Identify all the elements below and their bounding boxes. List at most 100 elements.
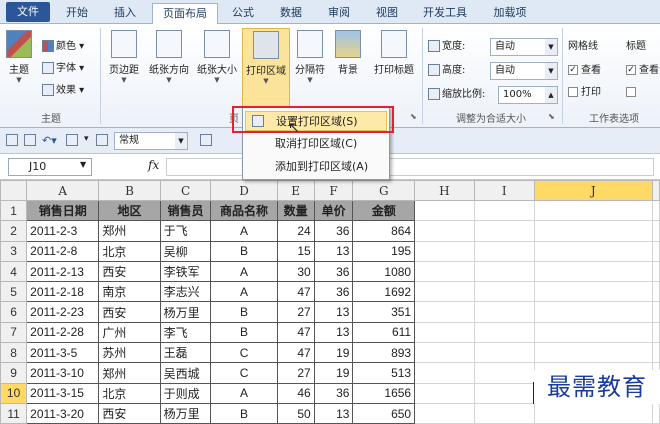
cell[interactable] [473, 281, 535, 303]
cell[interactable]: 销售员 [159, 199, 212, 222]
cell[interactable]: 13 [313, 402, 354, 424]
cell[interactable] [414, 240, 475, 262]
cell[interactable]: C [210, 362, 278, 384]
column-header[interactable]: I [473, 180, 535, 201]
cell[interactable]: B [210, 321, 278, 344]
cell[interactable]: 2011-3-20 [26, 402, 100, 424]
cell[interactable]: 2011-3-10 [26, 362, 100, 384]
cell[interactable]: 苏州 [98, 342, 161, 364]
cell[interactable] [414, 260, 475, 283]
cell[interactable]: 36 [313, 382, 354, 404]
format-icon[interactable] [96, 134, 108, 146]
toolbar-icon[interactable] [200, 134, 212, 146]
cell[interactable]: 吴西城 [159, 362, 212, 384]
cell[interactable]: A [210, 281, 278, 303]
cell[interactable] [651, 240, 660, 262]
cell[interactable]: 13 [313, 240, 354, 262]
cell[interactable] [533, 260, 653, 283]
cell[interactable]: 27 [276, 362, 315, 384]
cell[interactable]: 于则成 [159, 382, 212, 404]
cell[interactable]: 19 [313, 342, 354, 364]
cell[interactable] [533, 281, 653, 303]
cell[interactable]: 30 [276, 260, 315, 283]
cell[interactable]: 广州 [98, 321, 161, 344]
tab-review[interactable]: 审阅 [318, 3, 360, 24]
row-header[interactable]: 6 [0, 301, 28, 323]
cell[interactable]: 2011-2-28 [26, 321, 100, 344]
cell[interactable]: 南京 [98, 281, 161, 303]
tab-developer[interactable]: 开发工具 [414, 3, 476, 24]
cell[interactable]: A [210, 220, 278, 242]
cell[interactable]: 西安 [98, 402, 161, 424]
cell[interactable] [473, 362, 535, 384]
style-select[interactable]: 常规 ▼ [114, 132, 188, 150]
cell[interactable]: 36 [313, 220, 354, 242]
tab-home[interactable]: 开始 [56, 3, 98, 24]
cell[interactable]: 1692 [352, 281, 416, 303]
cell[interactable] [473, 301, 535, 323]
theme-colors-button[interactable]: 颜色 ▾ [42, 38, 84, 56]
row-header[interactable]: 3 [0, 240, 28, 262]
cell[interactable]: 吴柳 [159, 240, 212, 262]
cell[interactable] [414, 382, 475, 404]
cell[interactable]: 李志兴 [159, 281, 212, 303]
cell[interactable] [414, 199, 475, 222]
gridlines-print-checkbox[interactable]: 打印 [568, 84, 601, 102]
headings-view-checkbox[interactable]: ✓ 查看 [626, 62, 659, 80]
cell[interactable]: 王磊 [159, 342, 212, 364]
column-header[interactable]: J [533, 180, 653, 201]
row-header[interactable]: 10 [0, 382, 28, 404]
dialog-launcher-icon[interactable]: ⬊ [410, 108, 417, 126]
cell[interactable]: B [210, 402, 278, 424]
cell[interactable] [473, 260, 535, 283]
row-header[interactable]: 7 [0, 321, 28, 344]
cell[interactable]: C [210, 342, 278, 364]
cell[interactable]: 杨万里 [159, 402, 212, 424]
cell[interactable]: 西安 [98, 301, 161, 323]
fx-icon[interactable]: fx [148, 158, 159, 172]
cell[interactable]: 19 [313, 362, 354, 384]
column-header[interactable]: H [414, 180, 475, 201]
cell[interactable] [473, 402, 535, 424]
cell[interactable] [651, 402, 660, 424]
breaks-button[interactable]: 分隔符 ▼ [292, 28, 328, 108]
cell[interactable]: 46 [276, 382, 315, 404]
cell[interactable] [414, 281, 475, 303]
cell[interactable]: B [210, 240, 278, 262]
cell[interactable]: 金额 [352, 199, 416, 222]
cell[interactable]: 西安 [98, 260, 161, 283]
new-icon[interactable] [66, 134, 78, 146]
column-header[interactable]: F [313, 180, 354, 201]
cell[interactable] [533, 240, 653, 262]
gridlines-view-checkbox[interactable]: ✓ 查看 [568, 62, 601, 80]
cell[interactable] [473, 240, 535, 262]
save-icon[interactable] [24, 134, 36, 146]
cell[interactable]: 13 [313, 321, 354, 344]
cell[interactable]: 27 [276, 301, 315, 323]
cell[interactable]: 于飞 [159, 220, 212, 242]
cell[interactable]: 地区 [98, 199, 161, 222]
cell[interactable]: B [210, 301, 278, 323]
row-header[interactable]: 2 [0, 220, 28, 242]
cell[interactable] [414, 301, 475, 323]
column-header[interactable]: E [276, 180, 315, 201]
cell[interactable]: 2011-2-3 [26, 220, 100, 242]
cell[interactable]: 36 [313, 260, 354, 283]
cell[interactable]: 47 [276, 342, 315, 364]
cell[interactable]: 24 [276, 220, 315, 242]
cell[interactable] [473, 220, 535, 242]
cell[interactable] [533, 220, 653, 242]
print-area-button[interactable]: 打印区域 ▼ [242, 28, 290, 108]
cell[interactable]: 郑州 [98, 220, 161, 242]
column-header[interactable]: C [159, 180, 212, 201]
column-header[interactable]: D [210, 180, 278, 201]
cell[interactable]: 2011-3-5 [26, 342, 100, 364]
cell[interactable] [651, 342, 660, 364]
chevron-down-icon[interactable]: ▼ [80, 160, 86, 169]
column-header[interactable]: G [352, 180, 416, 201]
cell[interactable]: 2011-2-8 [26, 240, 100, 262]
cell[interactable]: 1080 [352, 260, 416, 283]
cell[interactable]: 36 [313, 281, 354, 303]
cell[interactable]: 北京 [98, 240, 161, 262]
cell[interactable]: 195 [352, 240, 416, 262]
